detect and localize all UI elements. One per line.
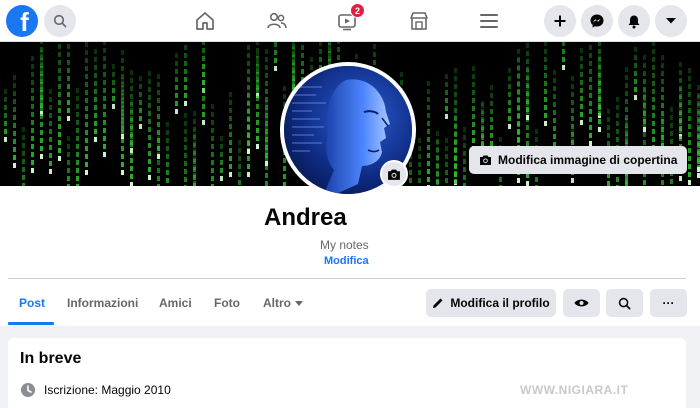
watch-notification-badge: 2 (350, 3, 365, 18)
top-navigation-bar: f 2 (0, 0, 700, 42)
more-options-button[interactable]: ··· (650, 289, 687, 317)
watermark: WWW.NIGIARA.IT (520, 383, 629, 397)
camera-icon (388, 169, 400, 180)
edit-profile-button[interactable]: Modifica il profilo (426, 289, 556, 317)
tab-post[interactable]: Post (19, 296, 45, 310)
home-icon (196, 12, 214, 30)
home-nav-button[interactable] (190, 6, 220, 36)
more-options-label: ··· (662, 296, 675, 310)
marketplace-nav-button[interactable] (404, 6, 434, 36)
messenger-button[interactable] (581, 5, 613, 37)
active-tab-indicator (8, 322, 54, 325)
menu-icon (480, 14, 498, 28)
edit-cover-photo-label: Modifica immagine di copertina (498, 153, 678, 167)
tab-altro-label: Altro (263, 296, 291, 310)
edit-profile-picture-button[interactable] (380, 160, 408, 188)
joined-date-item: Iscrizione: Maggio 2010 (20, 382, 171, 398)
account-menu-button[interactable] (655, 5, 687, 37)
caret-down-icon (666, 18, 676, 24)
profile-name: Andrea (264, 204, 347, 231)
profile-notes: My notes (320, 238, 369, 252)
friends-nav-button[interactable] (262, 6, 292, 36)
facebook-logo[interactable]: f (6, 5, 38, 37)
menu-nav-button[interactable] (474, 6, 504, 36)
pencil-icon (433, 298, 443, 308)
camera-icon (480, 155, 491, 165)
tab-foto[interactable]: Foto (214, 296, 240, 310)
search-button[interactable] (44, 5, 76, 37)
joined-date-text: Iscrizione: Maggio 2010 (44, 383, 171, 397)
header-divider (8, 278, 686, 279)
intro-title: In breve (20, 350, 82, 367)
bell-icon (628, 15, 640, 28)
intro-card: In breve Iscrizione: Maggio 2010 (8, 338, 686, 408)
marketplace-icon (410, 12, 428, 30)
tab-informazioni[interactable]: Informazioni (67, 296, 138, 310)
caret-down-icon (295, 301, 303, 307)
profile-search-button[interactable] (606, 289, 643, 317)
create-button[interactable] (544, 5, 576, 37)
friends-icon (267, 12, 287, 29)
eye-icon (574, 299, 589, 307)
tab-altro[interactable]: Altro (263, 296, 303, 310)
search-icon (53, 14, 67, 28)
tab-amici[interactable]: Amici (159, 296, 192, 310)
watch-nav-button[interactable]: 2 (332, 3, 365, 36)
edit-profile-label: Modifica il profilo (450, 296, 550, 310)
plus-icon (554, 15, 566, 27)
facebook-logo-letter: f (20, 7, 29, 37)
edit-notes-link[interactable]: Modifica (324, 255, 369, 267)
search-icon (618, 297, 631, 309)
view-as-button[interactable] (563, 289, 600, 317)
messenger-icon (590, 14, 604, 28)
notifications-button[interactable] (618, 5, 650, 37)
edit-cover-photo-button[interactable]: Modifica immagine di copertina (469, 146, 688, 174)
clock-icon (21, 383, 35, 397)
